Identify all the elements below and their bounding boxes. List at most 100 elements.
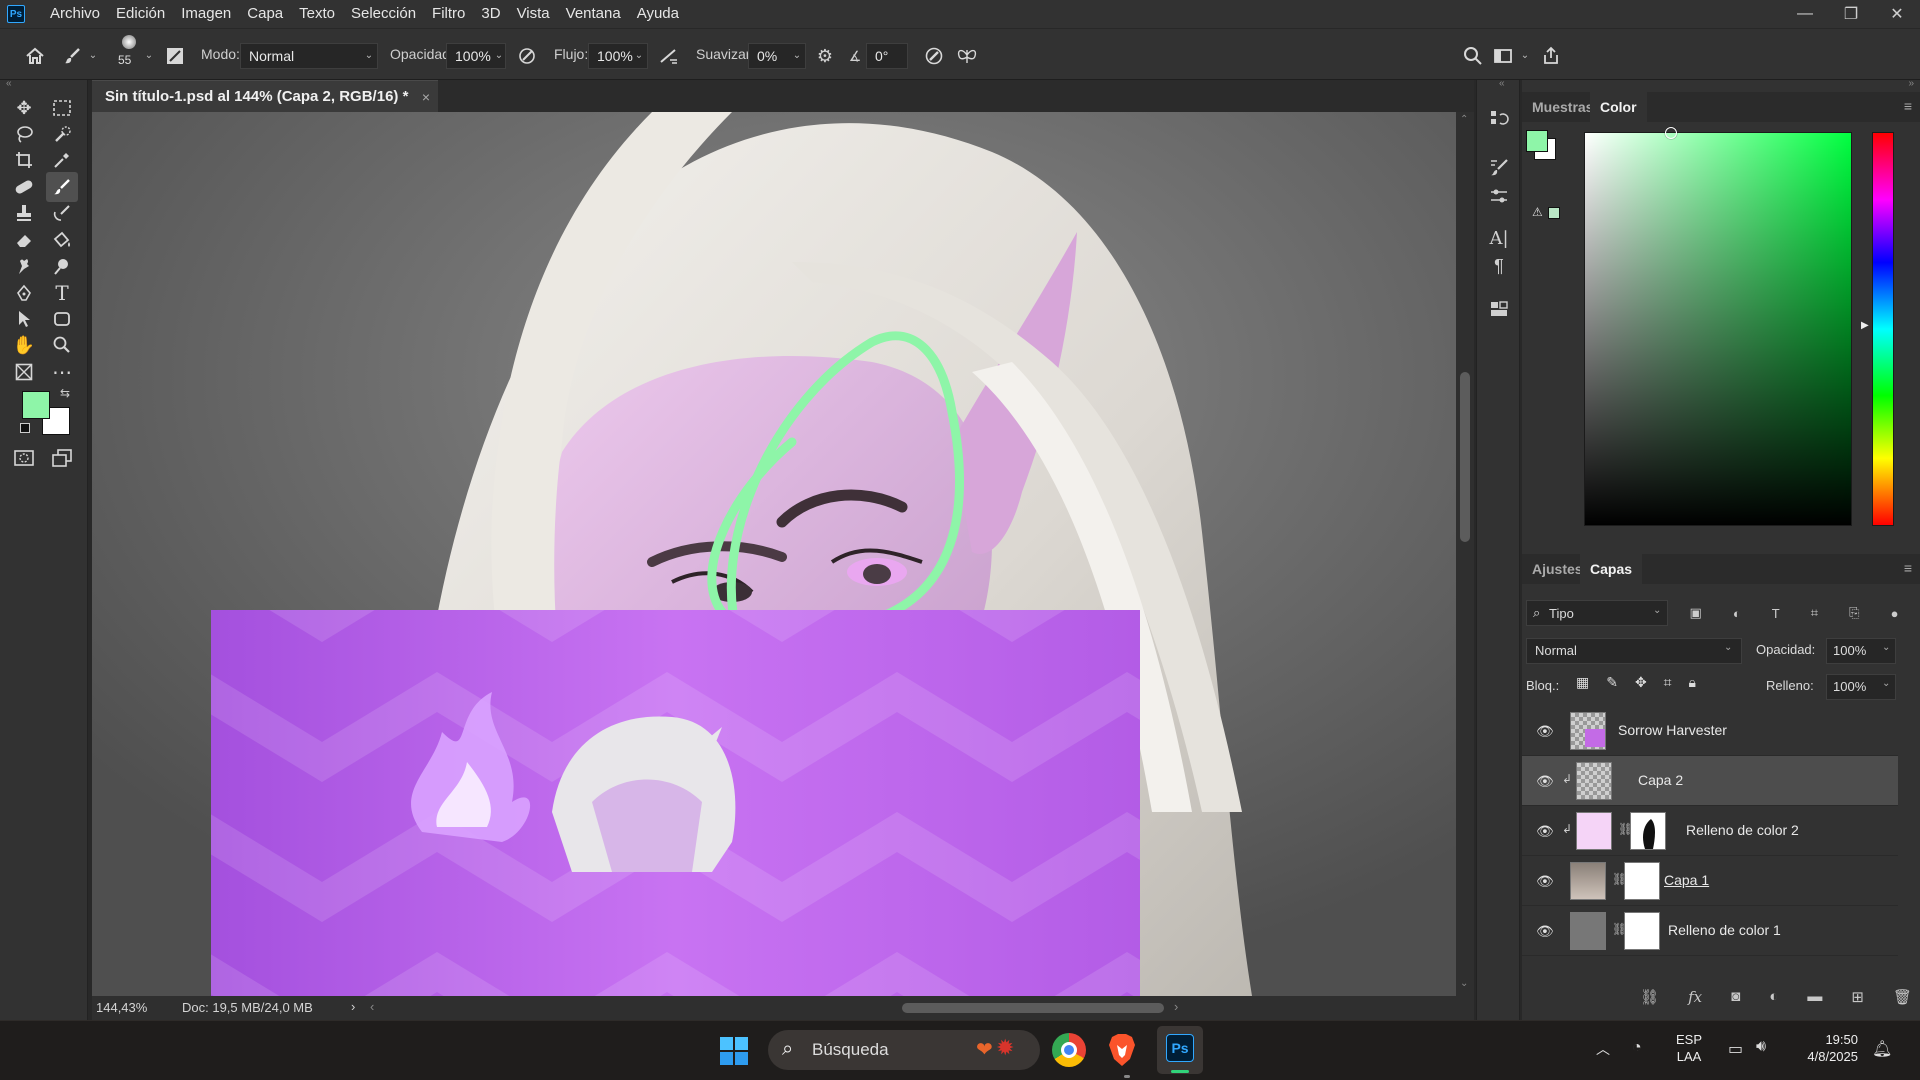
smudge-tool-icon[interactable]: [8, 251, 40, 281]
eyedropper-tool-icon[interactable]: [46, 145, 78, 175]
menu-archivo[interactable]: Archivo: [42, 0, 108, 28]
layer-name[interactable]: Capa 2: [1638, 772, 1683, 788]
chevron-down-icon[interactable]: ⌄: [630, 43, 648, 69]
hand-tool-icon[interactable]: ✋: [8, 330, 40, 360]
layer-name[interactable]: Sorrow Harvester: [1618, 722, 1727, 738]
close-window-button[interactable]: ✕: [1874, 0, 1920, 28]
collapse-icon[interactable]: «: [6, 78, 12, 89]
chrome-icon[interactable]: [1052, 1033, 1086, 1067]
filter-smart-object-icon[interactable]: ⎘: [1849, 605, 1859, 621]
horizontal-scroll-thumb[interactable]: [902, 1003, 1164, 1013]
vertical-scroll-thumb[interactable]: [1460, 372, 1470, 542]
hue-slider-handle[interactable]: ▶: [1861, 320, 1869, 331]
brush-preset-icon[interactable]: [60, 43, 86, 69]
zoom-level[interactable]: 144,43%: [96, 1000, 147, 1015]
status-menu-icon[interactable]: ›: [351, 999, 355, 1014]
canvas-area[interactable]: [92, 112, 1456, 996]
layer-mask-thumbnail[interactable]: [1624, 912, 1660, 950]
document-tab[interactable]: Sin título-1.psd al 144% (Capa 2, RGB/16…: [92, 80, 438, 112]
chevron-up-icon[interactable]: ︿: [1596, 1039, 1610, 1059]
filter-shape-icon[interactable]: ⌗: [1811, 605, 1818, 621]
search-icon[interactable]: [1460, 43, 1486, 69]
notifications-icon[interactable]: 🔔︎: [1872, 1039, 1892, 1059]
brushes-panel-icon[interactable]: [1484, 153, 1514, 181]
layer-mask-thumbnail[interactable]: [1624, 862, 1660, 900]
pressure-size-icon[interactable]: [921, 43, 947, 69]
hue-slider[interactable]: [1872, 132, 1894, 526]
layer-name[interactable]: Capa 1: [1664, 872, 1709, 888]
quick-mask-icon[interactable]: [8, 443, 40, 473]
collapse-icon[interactable]: »: [1908, 78, 1914, 89]
menu-edicion[interactable]: Edición: [108, 0, 173, 28]
menu-texto[interactable]: Texto: [291, 0, 343, 28]
menu-imagen[interactable]: Imagen: [173, 0, 239, 28]
layer-row-relleno-de-color-1[interactable]: 👁︎ ⛓︎ Relleno de color 1: [1522, 906, 1898, 956]
warning-icon[interactable]: ⚠: [1532, 205, 1543, 219]
foreground-color-swatch-front[interactable]: [22, 391, 50, 419]
brave-icon[interactable]: [1108, 1033, 1136, 1067]
scroll-left-icon[interactable]: ‹: [370, 999, 374, 1014]
windows-start-icon[interactable]: [720, 1037, 748, 1065]
blend-mode-select[interactable]: Normal: [1526, 638, 1742, 664]
lock-transparency-icon[interactable]: ▦: [1576, 674, 1589, 696]
tab-color[interactable]: Color: [1590, 92, 1647, 122]
character-panel-icon[interactable]: A|: [1484, 224, 1514, 252]
layer-row-relleno-de-color-2[interactable]: 👁︎ ↲ ⛓︎ Relleno de color 2: [1522, 806, 1898, 856]
menu-capa[interactable]: Capa: [239, 0, 291, 28]
gear-icon[interactable]: ⚙: [812, 43, 838, 69]
menu-seleccion[interactable]: Selección: [343, 0, 424, 28]
input-language-indicator[interactable]: ESP LAA: [1676, 1031, 1702, 1065]
clock[interactable]: 19:50 4/8/2025: [1796, 1031, 1858, 1065]
chevron-down-icon[interactable]: ⌄: [1882, 678, 1890, 689]
minimize-button[interactable]: —: [1782, 0, 1828, 28]
workspace-icon[interactable]: [1490, 43, 1516, 69]
paragraph-panel-icon[interactable]: ¶: [1484, 252, 1514, 280]
menu-3d[interactable]: 3D: [473, 0, 508, 28]
menu-ventana[interactable]: Ventana: [558, 0, 629, 28]
chevron-down-icon[interactable]: ⌄: [490, 43, 508, 69]
history-brush-tool-icon[interactable]: [46, 198, 78, 228]
menu-filtro[interactable]: Filtro: [424, 0, 473, 28]
artwork-canvas[interactable]: [92, 112, 1456, 996]
dodge-tool-icon[interactable]: [46, 251, 78, 281]
chevron-down-icon[interactable]: ⌄: [140, 43, 158, 69]
layer-name[interactable]: Relleno de color 1: [1668, 922, 1781, 938]
new-layer-icon[interactable]: ⊞: [1851, 988, 1864, 1010]
brush-settings-icon[interactable]: [162, 43, 188, 69]
trash-icon[interactable]: 🗑︎: [1893, 988, 1912, 1010]
visibility-eye-icon[interactable]: 👁︎: [1536, 873, 1554, 889]
filter-pixel-icon[interactable]: ▣: [1690, 605, 1702, 621]
angle-input[interactable]: 0°: [866, 43, 908, 69]
collapse-icon[interactable]: «: [1499, 78, 1505, 89]
visibility-eye-icon[interactable]: 👁︎: [1536, 773, 1554, 789]
filter-type-icon[interactable]: T: [1772, 606, 1780, 621]
gamut-swatch[interactable]: [1548, 207, 1560, 219]
layer-name[interactable]: Relleno de color 2: [1686, 822, 1799, 838]
new-group-icon[interactable]: ▬: [1807, 988, 1822, 1010]
menu-ayuda[interactable]: Ayuda: [629, 0, 687, 28]
volume-icon[interactable]: 🔊︎: [1756, 1038, 1766, 1056]
tab-capas[interactable]: Capas: [1580, 554, 1643, 584]
visibility-eye-icon[interactable]: 👁︎: [1536, 923, 1554, 939]
chevron-down-icon[interactable]: ⌄: [1882, 642, 1890, 653]
chevron-down-icon[interactable]: ⌄: [788, 43, 806, 69]
scroll-right-icon[interactable]: ›: [1174, 999, 1178, 1014]
color-panel-foreground-swatch[interactable]: [1526, 130, 1548, 152]
scroll-up-icon[interactable]: ⌃: [1460, 114, 1468, 125]
layer-row-capa-2[interactable]: 👁︎ ↲ Capa 2: [1522, 756, 1898, 806]
link-layers-icon[interactable]: ⛓︎: [1640, 988, 1659, 1010]
filter-adjustment-icon[interactable]: ◐: [1733, 606, 1741, 621]
layer-row-sorrow-harvester[interactable]: 👁︎ Sorrow Harvester: [1522, 706, 1898, 756]
layer-mask-thumbnail[interactable]: [1630, 812, 1666, 850]
default-colors-icon[interactable]: [20, 423, 30, 433]
lock-all-icon[interactable]: 🔒︎: [1689, 674, 1696, 696]
symmetry-butterfly-icon[interactable]: [954, 43, 980, 69]
zoom-tool-icon[interactable]: [46, 330, 78, 360]
clone-stamp-tool-icon[interactable]: [8, 198, 40, 228]
visibility-eye-icon[interactable]: 👁︎: [1536, 723, 1554, 739]
swap-colors-icon[interactable]: ⇆: [60, 386, 70, 400]
visibility-eye-icon[interactable]: 👁︎: [1536, 823, 1554, 839]
airbrush-icon[interactable]: [656, 43, 682, 69]
chevron-down-icon[interactable]: ⌄: [84, 43, 102, 69]
lock-artboard-icon[interactable]: ⌗: [1664, 674, 1672, 696]
